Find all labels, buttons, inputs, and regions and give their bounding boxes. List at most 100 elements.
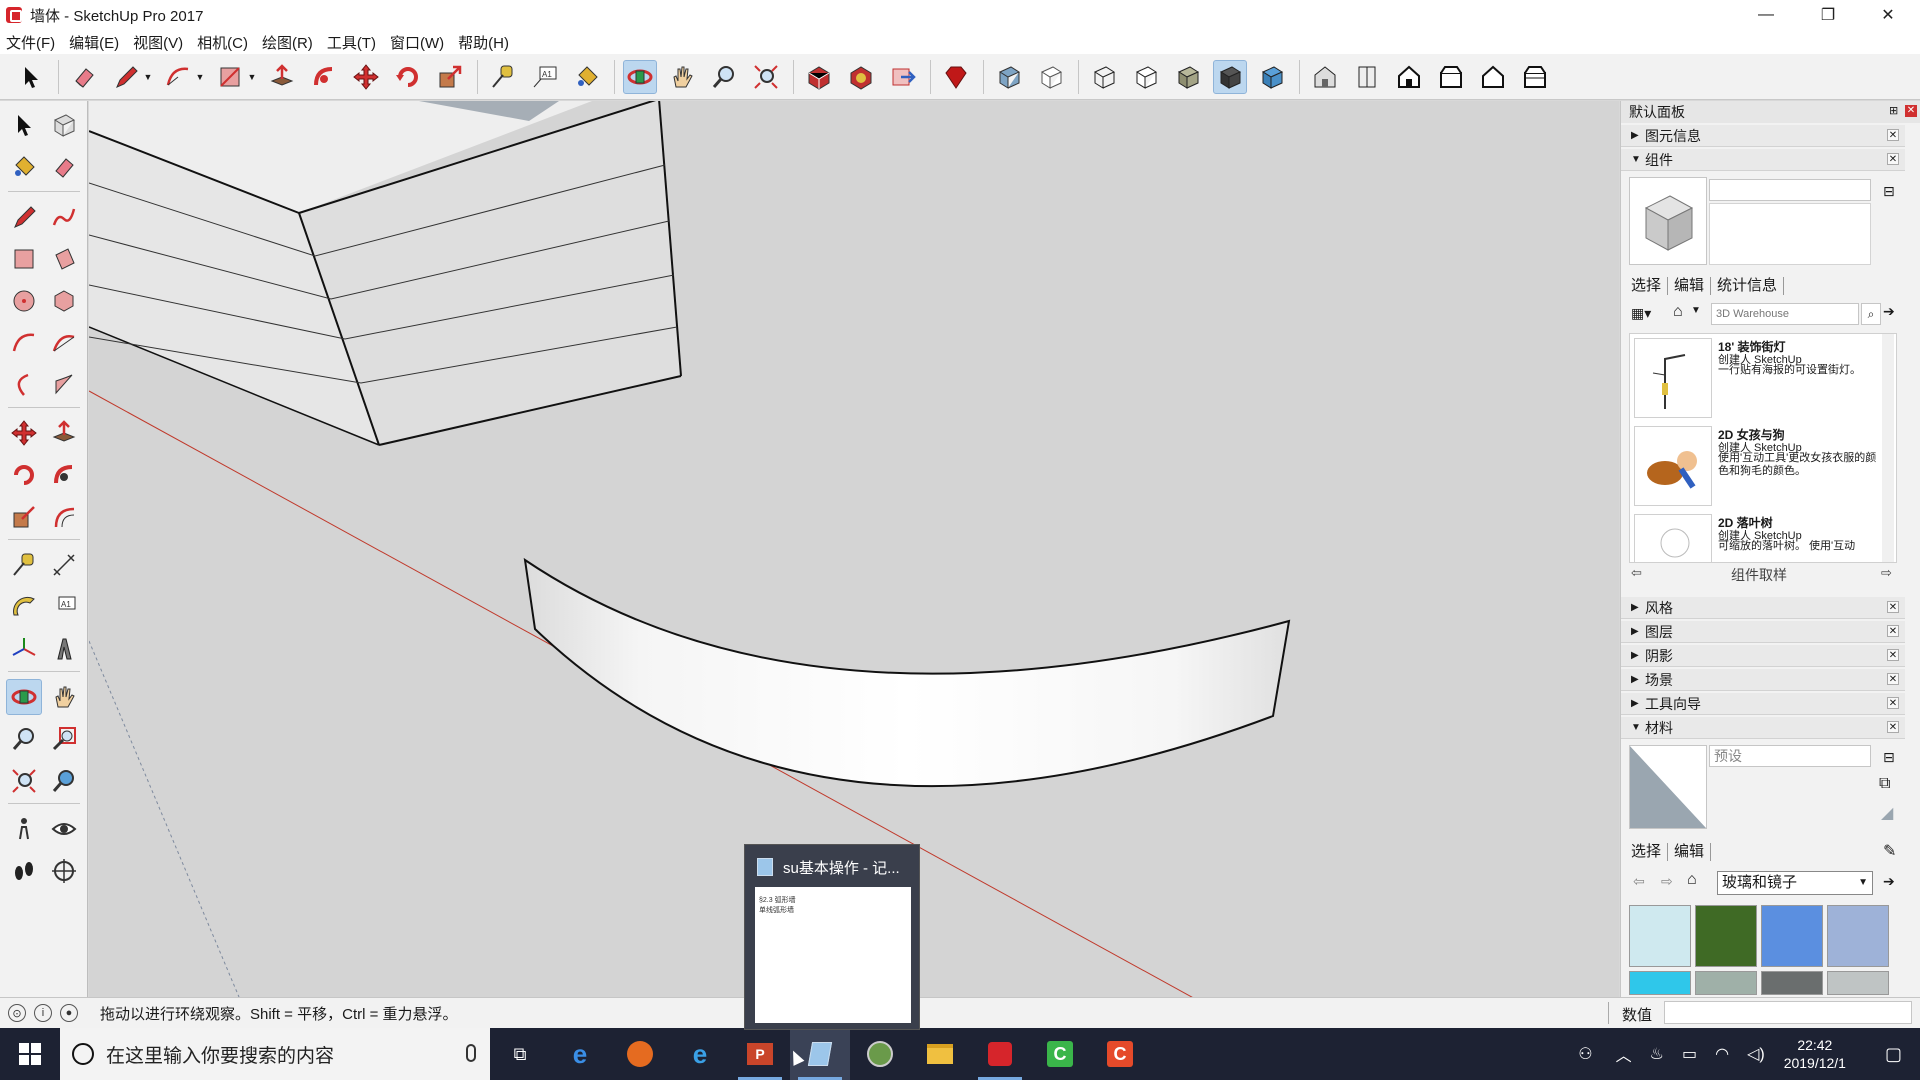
wifi-icon[interactable]: ◠ [1715,1044,1729,1064]
info-credits-icon[interactable]: i [34,1004,52,1022]
taskbar-thumbnail-preview[interactable]: su基本操作 - 记... §2.3 弧形墙 单线弧形墙 [744,844,920,1030]
line-tool-dropdown[interactable]: ▼ [143,60,153,94]
line-tool[interactable] [6,199,42,235]
make-component-tool[interactable] [46,107,82,143]
3d-text-tool[interactable] [46,631,82,667]
follow-me-tool-button[interactable] [307,60,341,94]
orbit-tool-button[interactable] [623,59,657,94]
rotate-tool[interactable] [6,457,42,493]
forward-arrow-icon[interactable]: ⇨ [1881,565,1892,581]
recorder-taskbar-button[interactable]: C [1090,1028,1150,1080]
scale-tool[interactable] [6,499,42,535]
taskbar-search-box[interactable]: 在这里输入你要搜索的内容 [60,1028,490,1080]
pan-tool-button[interactable] [665,60,699,94]
system-clock[interactable]: 22:42 2019/12/1 [1784,1036,1846,1072]
iso-view-button[interactable] [1308,60,1342,94]
powerpoint-taskbar-button[interactable]: P [730,1028,790,1080]
action-center-icon[interactable]: ▢ [1885,1044,1902,1065]
back-arrow-icon[interactable]: ⇦ [1633,873,1645,890]
panel-close-icon[interactable]: ✕ [1887,153,1899,165]
shape-tool-dropdown[interactable]: ▼ [247,60,257,94]
tab-select[interactable]: 选择 [1631,843,1669,861]
sketchup-taskbar-button[interactable] [970,1028,1030,1080]
right-view-button[interactable] [1434,60,1468,94]
details-arrow-icon[interactable]: ➔ [1883,303,1895,320]
monochrome-style-button[interactable] [1255,60,1289,94]
panel-close-icon[interactable]: ✕ [1887,601,1899,613]
paint-bucket-tool[interactable] [6,149,42,185]
push-pull-tool-button[interactable] [265,60,299,94]
follow-me-tool[interactable] [46,457,82,493]
ie-taskbar-button[interactable]: e [670,1028,730,1080]
component-name-field[interactable] [1709,179,1871,201]
axes-tool[interactable] [6,631,42,667]
camtasia-taskbar-button[interactable]: C [1030,1028,1090,1080]
zoom-extents-tool[interactable] [6,763,42,799]
navigation-dropdown-icon[interactable]: ▼ [1691,305,1701,316]
panel-shadows[interactable]: ▶ 阴影 ✕ [1621,645,1905,667]
paint-bucket-tool-button[interactable] [570,60,604,94]
3d-warehouse-button[interactable] [802,60,836,94]
orbit-tool[interactable] [6,679,42,715]
geo-location-icon[interactable]: ⊙ [8,1004,26,1022]
pin-icon[interactable]: ⊞ [1889,104,1898,117]
material-swatch[interactable] [1827,905,1889,967]
start-button[interactable] [0,1028,60,1080]
eyedropper-icon[interactable]: ✎ [1883,841,1896,861]
menu-camera[interactable]: 相机(C) [197,32,248,53]
rectangle-tool[interactable] [6,241,42,277]
eraser-tool-button[interactable] [67,60,101,94]
front-view-button[interactable] [1392,60,1426,94]
zoom-tool-button[interactable] [707,60,741,94]
hidden-line-style-button[interactable] [1129,60,1163,94]
view-options-icon[interactable]: ▦▾ [1631,305,1651,322]
restore-button[interactable]: ❐ [1800,0,1856,30]
zoom-extents-button[interactable] [749,60,783,94]
tab-edit[interactable]: 编辑 [1668,277,1712,295]
list-item[interactable]: 18' 装饰街灯 创建人 SketchUp 一行贴有海报的可设置街灯。 [1630,334,1890,422]
zoom-tool[interactable] [6,721,42,757]
rectangle-tool-button[interactable] [213,60,247,94]
forward-arrow-icon[interactable]: ⇨ [1661,873,1673,890]
line-tool-button[interactable] [109,60,143,94]
position-camera-tool[interactable] [6,811,42,847]
share-model-button[interactable] [886,60,920,94]
component-search-input[interactable]: 3D Warehouse [1711,303,1859,325]
walk-tool[interactable] [6,853,42,889]
tab-edit[interactable]: 编辑 [1668,843,1712,861]
menu-edit[interactable]: 编辑(E) [69,32,119,53]
shaded-style-button[interactable] [1171,60,1205,94]
firefox-taskbar-button[interactable] [610,1028,670,1080]
material-swatch[interactable] [1695,971,1757,995]
tab-statistics[interactable]: 统计信息 [1711,277,1785,295]
menu-window[interactable]: 窗口(W) [390,32,444,53]
xray-style-button[interactable] [992,60,1026,94]
list-item[interactable]: 2D 女孩与狗 创建人 SketchUp 使用'互动工具'更改女孩衣服的颜色和狗… [1630,422,1890,510]
arc-tool[interactable] [6,325,42,361]
panel-instructor[interactable]: ▶ 工具向导 ✕ [1621,693,1905,715]
volume-icon[interactable]: ◁) [1747,1044,1765,1064]
previous-view-tool[interactable] [46,763,82,799]
panel-styles[interactable]: ▶ 风格 ✕ [1621,597,1905,619]
rotate-tool-button[interactable] [391,60,425,94]
tray-close-icon[interactable]: ✕ [1905,105,1917,117]
task-view-button[interactable]: ⧉ [490,1028,550,1080]
panel-components[interactable]: ▼ 组件 ✕ [1621,149,1905,171]
material-name-field[interactable]: 预设 [1709,745,1871,767]
list-item[interactable]: 2D 落叶树 创建人 SketchUp 可缩放的落叶树。 使用'互动 [1630,510,1890,562]
menu-draw[interactable]: 绘图(R) [262,32,313,53]
material-collection-select[interactable]: 玻璃和镜子 ▼ [1717,871,1873,895]
circle-tool[interactable] [6,283,42,319]
file-explorer-taskbar-button[interactable] [910,1028,970,1080]
panel-layers[interactable]: ▶ 图层 ✕ [1621,621,1905,643]
wireframe-style-button[interactable] [1087,60,1121,94]
panel-close-icon[interactable]: ✕ [1887,721,1899,733]
section-plane-tool[interactable] [46,853,82,889]
shaded-textures-style-button[interactable] [1213,59,1247,94]
default-material-icon[interactable]: ◢ [1881,803,1893,823]
panel-materials[interactable]: ▼ 材料 ✕ [1621,717,1905,739]
select-tool[interactable] [6,107,42,143]
menu-tools[interactable]: 工具(T) [327,32,376,53]
microphone-icon[interactable] [466,1044,476,1062]
arc-tool-button[interactable] [161,60,195,94]
